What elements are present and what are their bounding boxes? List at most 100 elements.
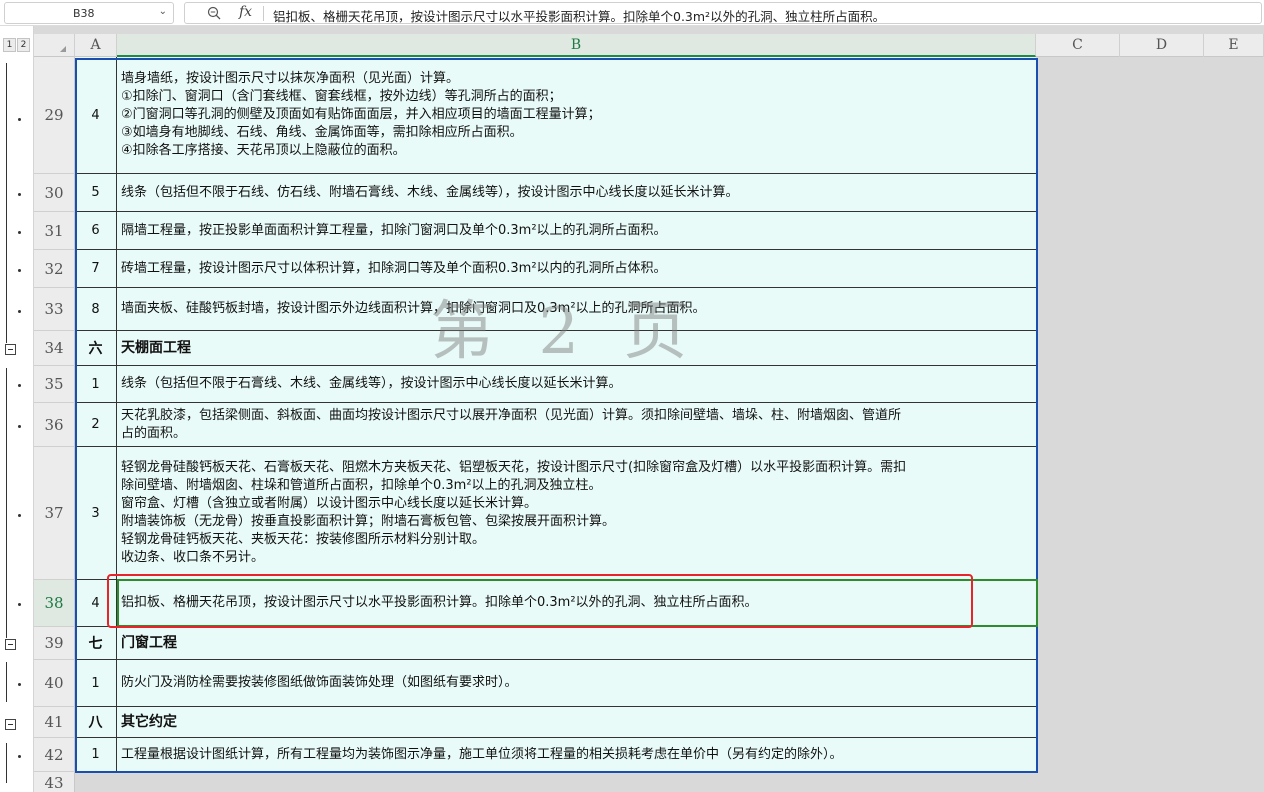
empty-area xyxy=(1036,331,1264,366)
table-row: 29 4 墙身墙纸，按设计图示尺寸以抹灰净面积（见光面）计算。 ①扣除门、窗洞口… xyxy=(34,57,1264,174)
section-title: 天棚面工程 xyxy=(121,340,191,356)
table-row: 33 8 墙面夹板、硅酸钙板封墙，按设计图示外边线面积计算，扣除门窗洞口及0.3… xyxy=(34,288,1264,331)
cell-text: 砖墙工程量，按设计图示尺寸以体积计算，扣除洞口等及单个面积0.3m²以内的孔洞所… xyxy=(121,260,667,276)
cell-text: 墙面夹板、硅酸钙板封墙，按设计图示外边线面积计算，扣除门窗洞口及0.3m²以上的… xyxy=(121,301,706,316)
column-header-b[interactable]: B xyxy=(117,34,1036,57)
outline-dot xyxy=(18,384,21,387)
row-header[interactable]: 42 xyxy=(34,738,75,772)
column-header-e[interactable]: E xyxy=(1204,34,1264,57)
collapse-group-icon[interactable] xyxy=(5,719,16,730)
cell-a[interactable]: 5 xyxy=(75,174,117,212)
outline-group-bracket xyxy=(6,662,12,702)
name-box-value: B38 xyxy=(73,7,95,20)
cell-text: 隔墙工程量，按正投影单面面积计算工程量，扣除门窗洞口及单个0.3m²以上的孔洞所… xyxy=(121,222,667,238)
cell-b[interactable]: 天棚面工程 xyxy=(117,331,1036,366)
cell-b[interactable]: 铝扣板、格栅天花吊顶，按设计图示尺寸以水平投影面积计算。扣除单个0.3m²以外的… xyxy=(117,580,1036,627)
cell-b[interactable]: 轻钢龙骨硅酸钙板天花、石膏板天花、阻燃木方夹板天花、铝塑板天花，按设计图示尺寸(… xyxy=(117,447,1036,580)
empty-area xyxy=(1036,580,1264,627)
table-row: 32 7 砖墙工程量，按设计图示尺寸以体积计算，扣除洞口等及单个面积0.3m²以… xyxy=(34,250,1264,288)
spreadsheet-grid: 1 2 A B C D E 29 4 墙身墙纸，按设计图示尺寸以抹灰净面积（见光… xyxy=(0,26,1264,792)
cell-text: 线条（包括但不限于石膏线、木线、金属线等），按设计图示中心线长度以延长米计算。 xyxy=(121,376,622,391)
row-header[interactable]: 33 xyxy=(34,288,75,331)
empty-area xyxy=(1036,707,1264,738)
collapse-group-icon[interactable] xyxy=(5,639,16,650)
table-row: 30 5 线条（包括但不限于石线、仿石线、附墙石膏线、木线、金属线等），按设计图… xyxy=(34,174,1264,212)
formula-input[interactable]: fx 铝扣板、格栅天花吊顶，按设计图示尺寸以水平投影面积计算。扣除单个0.3m²… xyxy=(184,2,1262,24)
outline-group-bracket xyxy=(6,743,12,783)
cell-a[interactable]: 4 xyxy=(75,57,117,174)
column-header-row: A B C D E xyxy=(34,34,1264,57)
cell-a[interactable]: 1 xyxy=(75,660,117,707)
collapse-group-icon[interactable] xyxy=(5,344,16,355)
row-header[interactable]: 29 xyxy=(34,57,75,174)
outline-dot xyxy=(18,118,21,121)
cell-a[interactable]: 4 xyxy=(75,580,117,627)
cell-b[interactable]: 线条（包括但不限于石膏线、木线、金属线等），按设计图示中心线长度以延长米计算。 xyxy=(117,366,1036,403)
row-header[interactable]: 39 xyxy=(34,627,75,660)
fx-icon[interactable]: fx xyxy=(239,4,252,20)
outline-dot xyxy=(18,603,21,606)
cell-b[interactable]: 其它约定 xyxy=(117,707,1036,738)
table-row: 31 6 隔墙工程量，按正投影单面面积计算工程量，扣除门窗洞口及单个0.3m²以… xyxy=(34,212,1264,250)
outline-dot xyxy=(18,310,21,313)
cell-b[interactable]: 天花乳胶漆，包括梁侧面、斜板面、曲面均按设计图示尺寸以展开净面积（见光面）计算。… xyxy=(117,403,1036,447)
empty-area xyxy=(1036,174,1264,212)
cell-text: 墙身墙纸，按设计图示尺寸以抹灰净面积（见光面）计算。 ①扣除门、窗洞口（含门套线… xyxy=(121,71,601,158)
table-row: 38 4 铝扣板、格栅天花吊顶，按设计图示尺寸以水平投影面积计算。扣除单个0.3… xyxy=(34,580,1264,627)
chevron-down-icon[interactable]: ⌄ xyxy=(159,6,167,17)
cell-a[interactable]: 1 xyxy=(75,366,117,403)
cell-b[interactable]: 门窗工程 xyxy=(117,627,1036,660)
cell-b[interactable]: 防火门及消防栓需要按装修图纸做饰面装饰处理（如图纸有要求时）。 xyxy=(117,660,1036,707)
column-header-a[interactable]: A xyxy=(75,34,117,57)
row-header[interactable]: 37 xyxy=(34,447,75,580)
table-row: 43 xyxy=(34,772,1264,792)
outline-dot xyxy=(18,755,21,758)
cell-text: 线条（包括但不限于石线、仿石线、附墙石膏线、木线、金属线等），按设计图示中心线长… xyxy=(121,184,739,200)
empty-area xyxy=(1036,660,1264,707)
cell-a[interactable]: 七 xyxy=(75,627,117,660)
row-header[interactable]: 40 xyxy=(34,660,75,707)
cell-b[interactable]: 墙面夹板、硅酸钙板封墙，按设计图示外边线面积计算，扣除门窗洞口及0.3m²以上的… xyxy=(117,288,1036,331)
outline-group-bracket xyxy=(6,63,12,343)
table-row: 40 1 防火门及消防栓需要按装修图纸做饰面装饰处理（如图纸有要求时）。 xyxy=(34,660,1264,707)
cell-b[interactable]: 砖墙工程量，按设计图示尺寸以体积计算，扣除洞口等及单个面积0.3m²以内的孔洞所… xyxy=(117,250,1036,288)
outline-dot xyxy=(18,193,21,196)
cell-text: 铝扣板、格栅天花吊顶，按设计图示尺寸以水平投影面积计算。扣除单个0.3m²以外的… xyxy=(121,595,758,610)
formula-text[interactable]: 铝扣板、格栅天花吊顶，按设计图示尺寸以水平投影面积计算。扣除单个0.3m²以外的… xyxy=(273,6,885,25)
cell-a[interactable]: 6 xyxy=(75,212,117,250)
select-all-button[interactable] xyxy=(34,34,75,57)
cell-a[interactable]: 六 xyxy=(75,331,117,366)
outline-dot xyxy=(18,269,21,272)
empty-area xyxy=(1036,250,1264,288)
outline-level-2-button[interactable]: 2 xyxy=(17,38,30,52)
table-row: 34 六 天棚面工程 xyxy=(34,331,1264,366)
row-header[interactable]: 36 xyxy=(34,403,75,447)
row-header[interactable]: 35 xyxy=(34,366,75,403)
cell-b[interactable]: 隔墙工程量，按正投影单面面积计算工程量，扣除门窗洞口及单个0.3m²以上的孔洞所… xyxy=(117,212,1036,250)
cell-b[interactable]: 工程量根据设计图纸计算，所有工程量均为装饰图示净量，施工单位须将工程量的相关损耗… xyxy=(117,738,1036,772)
zoom-icon[interactable] xyxy=(207,6,221,20)
cell-b[interactable]: 线条（包括但不限于石线、仿石线、附墙石膏线、木线、金属线等），按设计图示中心线长… xyxy=(117,174,1036,212)
outline-dot xyxy=(18,514,21,517)
row-header[interactable]: 38 xyxy=(34,580,75,627)
cell-a[interactable]: 2 xyxy=(75,403,117,447)
row-header[interactable]: 32 xyxy=(34,250,75,288)
cell-b[interactable]: 墙身墙纸，按设计图示尺寸以抹灰净面积（见光面）计算。 ①扣除门、窗洞口（含门套线… xyxy=(117,57,1036,174)
cell-a[interactable]: 1 xyxy=(75,738,117,772)
cell-text: 防火门及消防栓需要按装修图纸做饰面装饰处理（如图纸有要求时）。 xyxy=(121,675,518,690)
cell-a[interactable]: 3 xyxy=(75,447,117,580)
table-row: 39 七 门窗工程 xyxy=(34,627,1264,660)
cell-a[interactable]: 八 xyxy=(75,707,117,738)
row-header[interactable]: 41 xyxy=(34,707,75,738)
column-header-d[interactable]: D xyxy=(1120,34,1204,57)
row-header[interactable]: 34 xyxy=(34,331,75,366)
cell-a[interactable]: 8 xyxy=(75,288,117,331)
row-header[interactable]: 43 xyxy=(34,772,75,792)
column-header-c[interactable]: C xyxy=(1036,34,1120,57)
row-header[interactable]: 31 xyxy=(34,212,75,250)
name-box[interactable]: B38 ⌄ xyxy=(4,2,174,24)
outline-level-1-button[interactable]: 1 xyxy=(3,38,16,52)
outline-dot xyxy=(18,683,21,686)
row-header[interactable]: 30 xyxy=(34,174,75,212)
cell-a[interactable]: 7 xyxy=(75,250,117,288)
